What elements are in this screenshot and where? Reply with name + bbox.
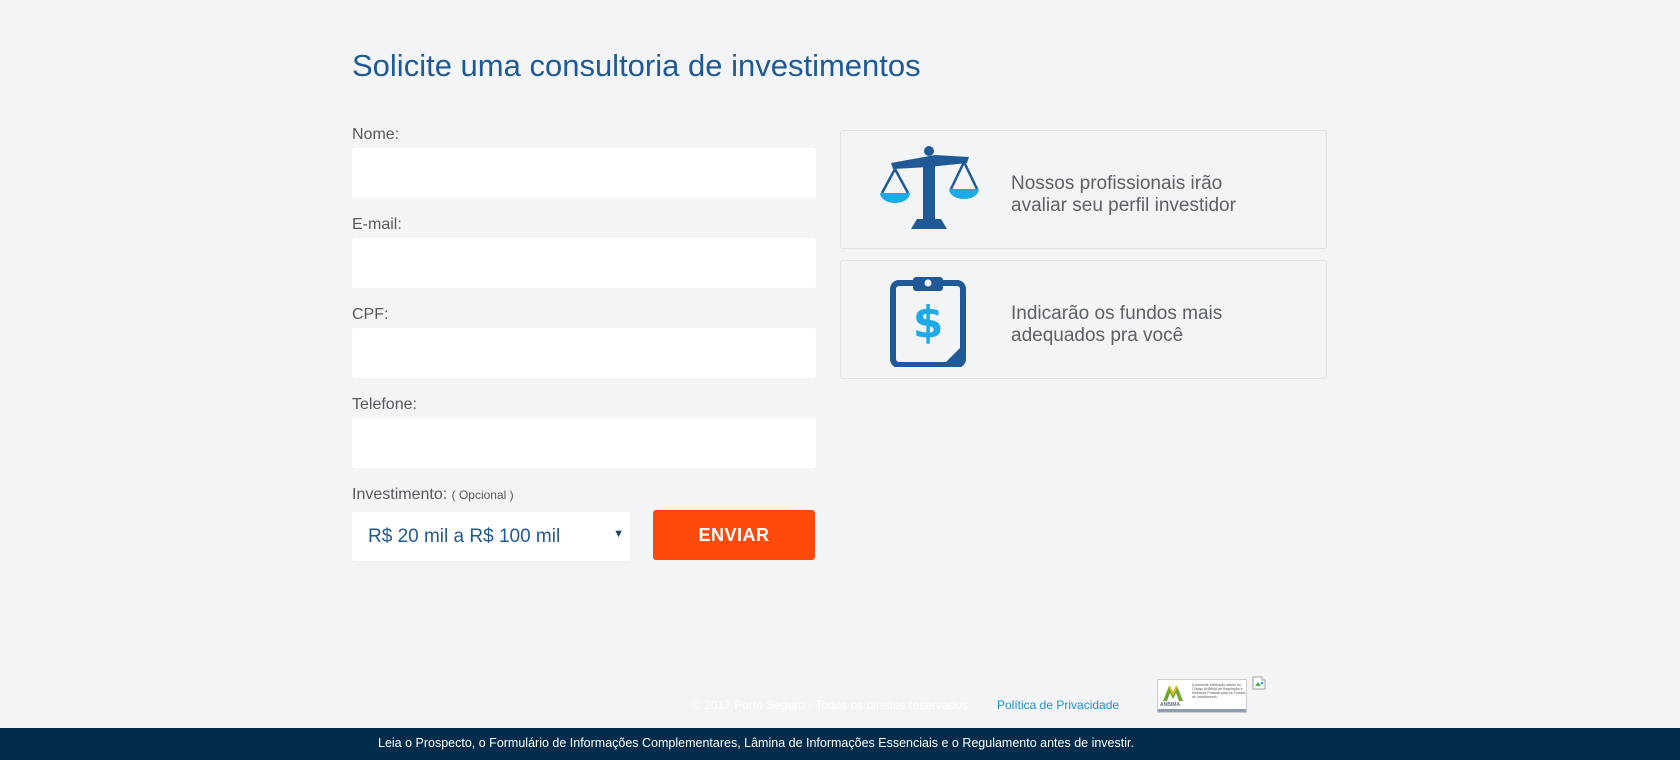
investment-select[interactable]: R$ 20 mil a R$ 100 mil ▼ — [352, 512, 630, 561]
feature-text-funds: Indicarão os fundos mais adequados pra v… — [1011, 303, 1223, 346]
anbima-strip — [1158, 709, 1246, 712]
anbima-logo-icon — [1163, 685, 1183, 701]
copyright-text: © 2017 Porto Seguro - Todos os direitos … — [692, 698, 972, 712]
email-label: E-mail: — [352, 216, 402, 233]
broken-image-icon — [1252, 676, 1266, 690]
feature-card-profile: Nossos profissionais irão avaliar seu pe… — [840, 130, 1327, 249]
email-input[interactable] — [352, 238, 816, 288]
name-input[interactable] — [352, 148, 816, 198]
privacy-policy-link[interactable]: Política de Privacidade — [997, 698, 1119, 712]
optional-note: ( Opcional ) — [451, 488, 514, 502]
balance-scale-icon — [880, 146, 979, 229]
investment-select-value: R$ 20 mil a R$ 100 mil — [368, 526, 561, 547]
chevron-down-icon: ▼ — [613, 528, 624, 540]
anbima-description: A presente instituição aderiu ao Código … — [1192, 683, 1246, 699]
investment-label: Investimento: ( Opcional ) — [352, 486, 514, 504]
cpf-input[interactable] — [352, 328, 816, 378]
investment-label-text: Investimento: — [352, 486, 448, 503]
submit-button[interactable]: ENVIAR — [653, 510, 815, 560]
feature-card-funds: $ Indicarão os fundos mais adequados pra… — [840, 260, 1327, 379]
name-label: Nome: — [352, 126, 400, 143]
phone-label: Telefone: — [352, 396, 417, 413]
clipboard-dollar-icon: $ — [890, 277, 966, 367]
disclaimer-bar: Leia o Prospecto, o Formulário de Inform… — [0, 728, 1680, 760]
feature-text-profile: Nossos profissionais irão avaliar seu pe… — [1011, 173, 1236, 216]
disclaimer-text: Leia o Prospecto, o Formulário de Inform… — [378, 736, 1134, 750]
cpf-label: CPF: — [352, 306, 389, 323]
phone-input[interactable] — [352, 418, 816, 468]
page-title: Solicite uma consultoria de investimento… — [352, 48, 921, 83]
anbima-name: ANBIMA — [1160, 702, 1180, 708]
svg-text:$: $ — [913, 297, 944, 348]
anbima-seal[interactable]: ANBIMA A presente instituição aderiu ao … — [1157, 679, 1247, 713]
